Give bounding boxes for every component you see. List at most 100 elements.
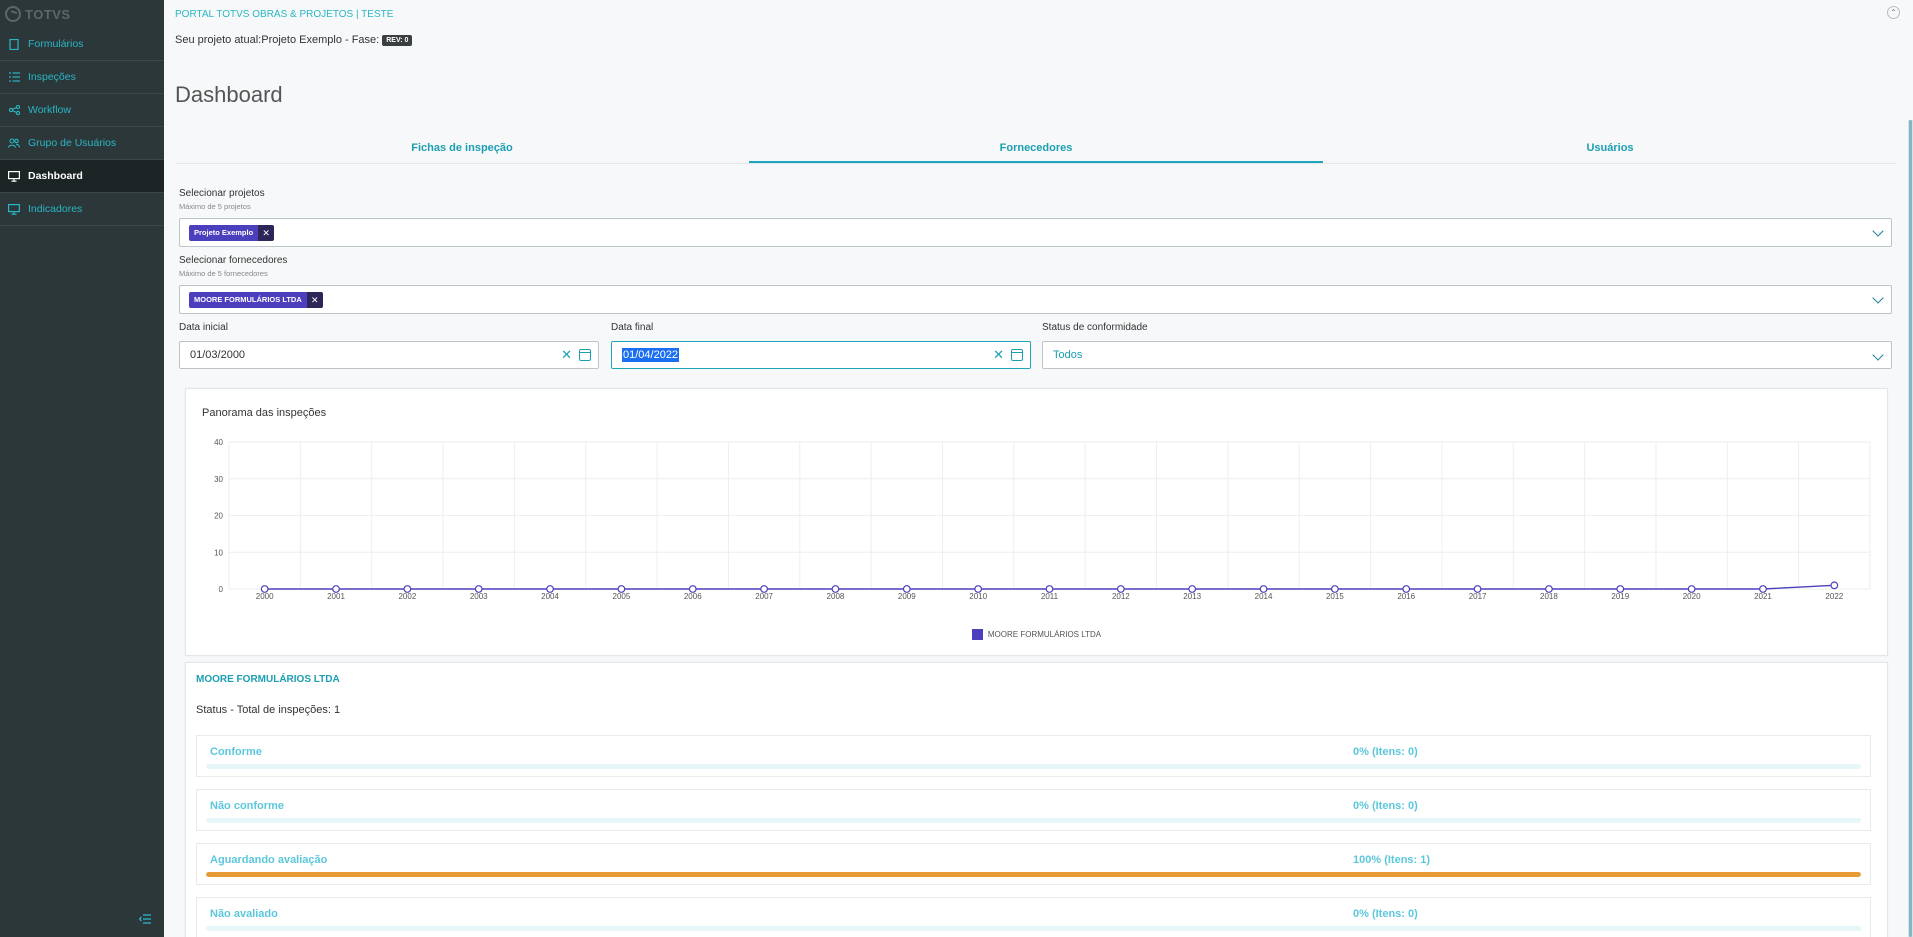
collapse-up-icon[interactable]: ⌃ <box>1887 6 1900 19</box>
x-tick-label: 2005 <box>613 592 631 601</box>
x-tick-label: 2012 <box>1112 592 1130 601</box>
data-point <box>1045 585 1054 593</box>
start-date-input[interactable]: 01/03/2000 ✕ <box>179 341 599 369</box>
end-date-input[interactable]: 01/04/2022 ✕ <box>611 341 1031 369</box>
calendar-icon[interactable] <box>1011 349 1023 361</box>
progress-bar <box>206 872 1861 877</box>
sidebar-item-label: Grupo de Usuários <box>28 137 117 149</box>
scrollbar[interactable] <box>1908 120 1913 937</box>
data-point <box>974 585 983 593</box>
x-tick-label: 2010 <box>969 592 987 601</box>
main-content: PORTAL TOTVS OBRAS & PROJETOS | TESTE ⌃ … <box>164 0 1913 937</box>
tab-fornecedores[interactable]: Fornecedores <box>749 137 1323 163</box>
x-tick-label: 2017 <box>1469 592 1487 601</box>
sidebar: TOTVS Formulários Inspeções Workflow Gru… <box>0 0 164 937</box>
line-chart: 0 10 20 30 40 2000 2001 2002 2003 2004 2005 2006 200… <box>214 438 1871 601</box>
chevron-down-icon[interactable] <box>1872 349 1884 361</box>
sidebar-item-grupo-usuarios[interactable]: Grupo de Usuários <box>0 127 164 160</box>
y-tick-label: 20 <box>214 512 223 521</box>
sidebar-item-label: Workflow <box>28 104 71 116</box>
chart-card: Panorama das inspeções 0 10 20 30 40 2000 2001… <box>185 388 1888 656</box>
revision-badge: REV: 0 <box>382 34 413 46</box>
project-text: Seu projeto atual:Projeto Exemplo - Fase… <box>175 34 380 46</box>
calendar-icon[interactable] <box>579 349 591 361</box>
chart-legend[interactable]: MOORE FORMULÁRIOS LTDA <box>186 629 1887 640</box>
status-label: Não conforme <box>210 800 284 812</box>
tab-fichas-inspecao[interactable]: Fichas de inspeção <box>175 137 749 163</box>
portal-title: PORTAL TOTVS OBRAS & PROJETOS | TESTE <box>175 9 394 20</box>
supplier-title: MOORE FORMULÁRIOS LTDA <box>196 674 340 685</box>
suppliers-multiselect[interactable]: MOORE FORMULÁRIOS LTDA ✕ <box>179 285 1892 314</box>
data-point <box>546 585 554 593</box>
data-point <box>1830 581 1839 590</box>
tab-bar: Fichas de inspeção Fornecedores Usuários <box>175 137 1897 164</box>
x-tick-label: 2000 <box>256 592 274 601</box>
data-point <box>1616 585 1625 593</box>
data-point <box>1473 585 1482 593</box>
sidebar-item-label: Formulários <box>28 38 84 50</box>
status-value: Todos <box>1053 349 1083 361</box>
x-tick-label: 2018 <box>1540 592 1558 601</box>
sidebar-item-label: Inspeções <box>28 71 76 83</box>
tab-usuarios[interactable]: Usuários <box>1323 137 1897 163</box>
users-icon <box>8 137 20 149</box>
sidebar-item-formularios[interactable]: Formulários <box>0 28 164 61</box>
share-icon <box>8 104 20 116</box>
x-tick-label: 2021 <box>1754 592 1772 601</box>
progress-bar <box>206 926 1861 931</box>
x-tick-label: 2011 <box>1041 592 1059 601</box>
x-tick-label: 2014 <box>1255 592 1273 601</box>
sidebar-item-workflow[interactable]: Workflow <box>0 94 164 127</box>
clear-icon[interactable]: ✕ <box>993 347 1004 363</box>
y-tick-label: 0 <box>219 585 224 594</box>
status-item-aguardando: Aguardando avaliação 100% (Itens: 1) <box>196 843 1871 885</box>
sidebar-item-label: Dashboard <box>28 170 83 182</box>
remove-chip-icon[interactable]: ✕ <box>258 224 275 241</box>
data-point <box>1188 585 1197 593</box>
x-tick-label: 2006 <box>684 592 702 601</box>
legend-swatch <box>971 629 983 640</box>
status-select[interactable]: Todos <box>1042 341 1892 369</box>
totvs-logo: TOTVS <box>0 0 164 28</box>
chevron-down-icon[interactable] <box>1872 225 1884 237</box>
x-tick-label: 2003 <box>470 592 488 601</box>
scrollbar-thumb[interactable] <box>1909 120 1912 937</box>
sidebar-item-label: Indicadores <box>28 203 83 215</box>
chip-label: Projeto Exemplo <box>189 224 259 241</box>
list-icon <box>8 71 20 83</box>
data-point <box>760 585 769 593</box>
status-card: MOORE FORMULÁRIOS LTDA Status - Total de… <box>185 662 1888 937</box>
end-date-value: 01/04/2022 <box>622 348 680 362</box>
x-tick-label: 2022 <box>1825 592 1843 601</box>
data-point <box>403 585 412 593</box>
file-icon <box>8 38 20 50</box>
page-title: Dashboard <box>175 82 283 107</box>
data-point <box>332 585 340 593</box>
data-point <box>1330 585 1339 593</box>
sidebar-item-inspecoes[interactable]: Inspeções <box>0 61 164 94</box>
sidebar-item-indicadores[interactable]: Indicadores <box>0 193 164 226</box>
status-percent: 0% (Itens: 0) <box>1353 908 1418 920</box>
clear-icon[interactable]: ✕ <box>561 347 572 363</box>
legend-label: MOORE FORMULÁRIOS LTDA <box>987 630 1102 639</box>
progress-bar <box>206 764 1861 769</box>
remove-chip-icon[interactable]: ✕ <box>306 291 323 308</box>
data-point <box>1116 585 1125 593</box>
data-point <box>260 585 269 593</box>
project-chip: Projeto Exemplo ✕ <box>189 224 275 241</box>
data-point <box>902 585 911 593</box>
chevron-down-icon[interactable] <box>1872 292 1884 304</box>
supplier-chip: MOORE FORMULÁRIOS LTDA ✕ <box>189 291 323 308</box>
data-point <box>1687 585 1696 593</box>
sidebar-item-dashboard[interactable]: Dashboard <box>0 160 164 193</box>
collapse-menu-icon[interactable] <box>138 912 151 927</box>
projects-multiselect[interactable]: Projeto Exemplo ✕ <box>179 218 1892 247</box>
status-item-conforme: Conforme 0% (Itens: 0) <box>196 735 1871 777</box>
x-tick-label: 2004 <box>541 592 559 601</box>
x-tick-label: 2009 <box>898 592 916 601</box>
status-label: Não avaliado <box>210 908 278 920</box>
status-item-nao-conforme: Não conforme 0% (Itens: 0) <box>196 789 1871 831</box>
monitor-icon <box>8 203 20 215</box>
data-point <box>474 585 483 593</box>
start-date-value: 01/03/2000 <box>190 349 246 361</box>
